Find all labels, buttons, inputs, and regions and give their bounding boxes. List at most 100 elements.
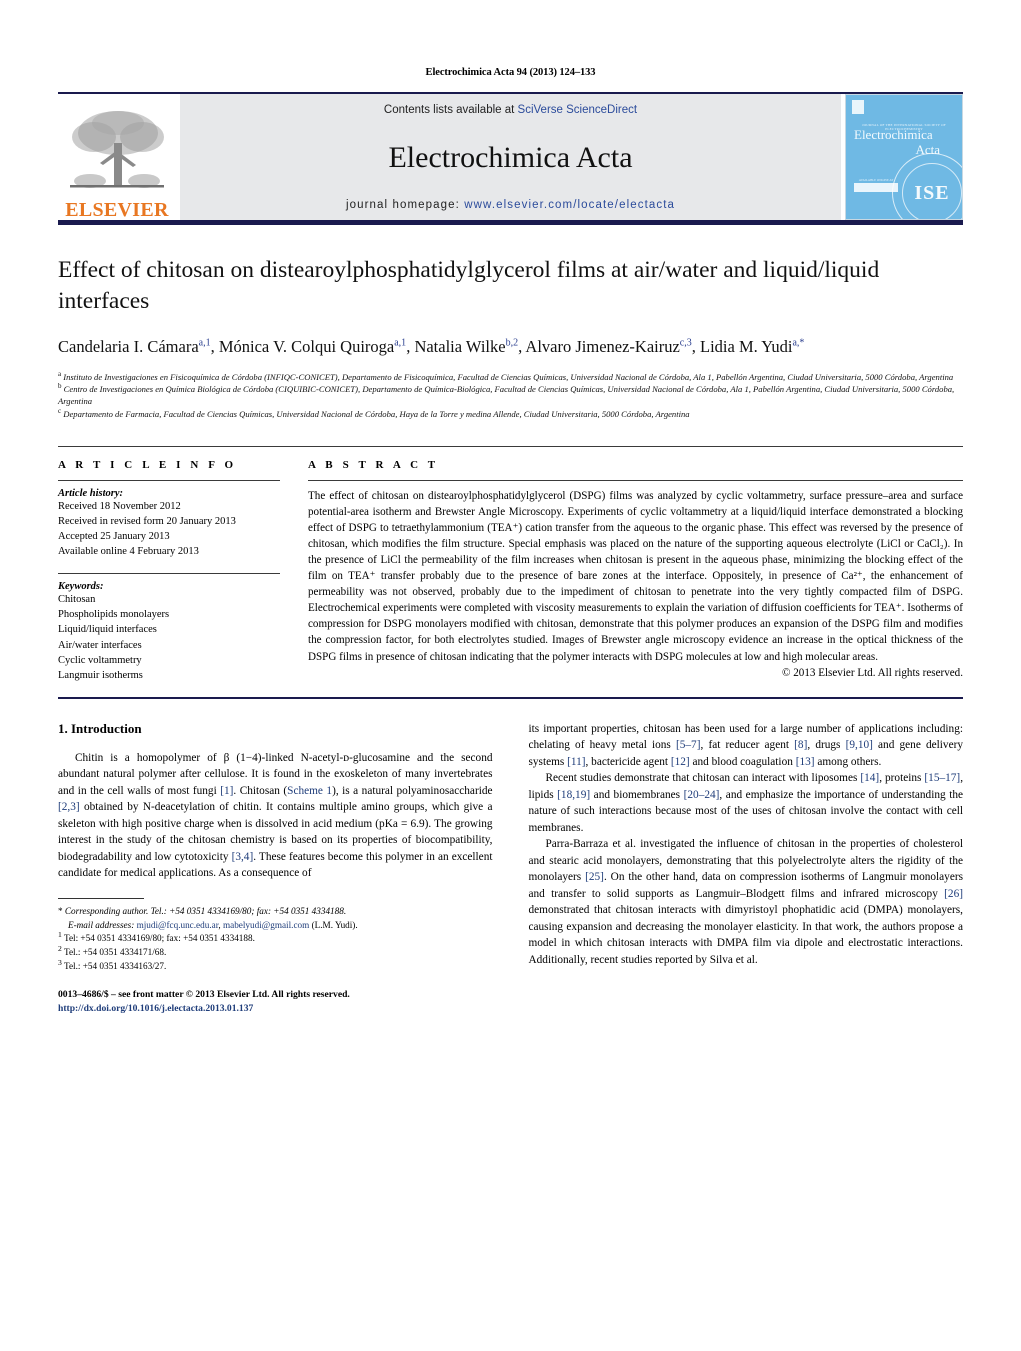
body-column-left: 1. Introduction Chitin is a homopolymer … — [58, 721, 493, 1017]
author: Lidia M. Yudia,* — [700, 337, 804, 356]
citation-ref[interactable]: [15–17] — [924, 772, 960, 784]
affiliation-mark: c — [58, 406, 62, 415]
running-head: Electrochimica Acta 94 (2013) 124–133 — [425, 67, 596, 78]
affiliation: a Instituto de Investigaciones en Fisico… — [58, 371, 963, 383]
email-label: E-mail addresses: — [68, 919, 135, 930]
issn-line: 0013–4686/$ – see front matter © 2013 El… — [58, 988, 350, 1000]
article-info-column: A R T I C L E I N F O Article history: R… — [58, 459, 308, 683]
author-name: Natalia Wilke — [414, 336, 506, 356]
citation-ref[interactable]: [5–7] — [676, 739, 700, 751]
author-name: Lidia M. Yudi — [700, 336, 793, 356]
author: Natalia Wilkeb,2 — [414, 337, 518, 356]
elsevier-tree-icon — [70, 111, 164, 188]
citation-ref[interactable]: [2,3] — [58, 801, 80, 813]
asterisk-icon: * — [58, 905, 63, 916]
author-name: Candelaria I. Cámara — [58, 336, 199, 356]
author: Candelaria I. Cámaraa,1 — [58, 337, 211, 356]
affiliation-mark: b — [58, 382, 62, 391]
abstract-text: The effect of chitosan on distearoylphos… — [308, 489, 963, 663]
journal-masthead: ELSEVIER Contents lists available at Sci… — [58, 92, 963, 220]
paragraph: Parra-Barraza et al. investigated the in… — [528, 838, 964, 966]
author-name: Mónica V. Colqui Quiroga — [218, 336, 395, 356]
journal-cover-thumbnail: JOURNAL OF THE INTERNATIONAL SOCIETY OF … — [845, 94, 963, 220]
ise-seal-text: ISE — [902, 163, 962, 219]
email-link-2[interactable]: mabelyudi@gmail.com — [223, 920, 309, 930]
keywords-block: Keywords: Chitosan Phospholipids monolay… — [58, 573, 280, 683]
citation-ref[interactable]: [3,4] — [232, 851, 254, 863]
elsevier-wordmark: ELSEVIER — [65, 199, 169, 221]
paragraph: its important properties, chitosan has b… — [528, 722, 964, 768]
affiliation-list: a Instituto de Investigaciones en Fisico… — [58, 371, 963, 420]
citation-ref[interactable]: [25] — [585, 871, 604, 883]
citation-ref[interactable]: [11] — [567, 756, 585, 768]
issn-block: 0013–4686/$ – see front matter © 2013 El… — [58, 988, 493, 1017]
citation-ref[interactable]: [9,10] — [846, 739, 873, 751]
citation-ref[interactable]: [13] — [796, 756, 815, 768]
contents-prefix: Contents lists available at — [383, 104, 518, 116]
sciencedirect-link[interactable]: SciVerse ScienceDirect — [518, 104, 638, 116]
author-marks: a,1 — [394, 337, 407, 348]
homepage-prefix: journal homepage: — [345, 199, 465, 211]
author-marks: a,* — [792, 337, 805, 348]
footnote-corresponding-text: Corresponding author. Tel.: +54 0351 433… — [64, 905, 347, 916]
citation-ref[interactable]: [12] — [671, 756, 690, 768]
keywords-label: Keywords: — [58, 581, 104, 593]
affiliation: c Departamento de Farmacia, Facultad de … — [58, 406, 963, 420]
author-name: Alvaro Jimenez-Kairuz — [525, 336, 680, 356]
article-info-heading: A R T I C L E I N F O — [58, 458, 237, 471]
body-columns: 1. Introduction Chitin is a homopolymer … — [58, 721, 963, 1017]
author-sep: , — [210, 336, 219, 356]
journal-banner: Contents lists available at SciVerse Sci… — [180, 94, 841, 220]
footnote-corresponding-author: * Corresponding author. Tel.: +54 0351 4… — [58, 905, 358, 930]
citation-ref[interactable]: [14] — [860, 772, 879, 784]
paragraph: Chitin is a homopolymer of β (1−4)-linke… — [58, 751, 493, 880]
article-history-item: Received in revised form 20 January 2013 — [58, 515, 236, 527]
citation-ref[interactable]: [18,19] — [557, 789, 590, 801]
article-history-item: Accepted 25 January 2013 — [58, 530, 170, 542]
footnote-1-text: Tel: +54 0351 4334169/80; fax: +54 0351 … — [63, 933, 255, 944]
article-info-rule — [58, 479, 280, 481]
page-title: Effect of chitosan on distearoylphosphat… — [58, 257, 880, 315]
footnote-rule — [58, 897, 144, 899]
article-history-item: Received 18 November 2012 — [58, 500, 181, 512]
article-history-label: Article history: — [58, 487, 124, 499]
footnote-1: 1 Tel: +54 0351 4334169/80; fax: +54 035… — [58, 930, 493, 946]
doi-link[interactable]: http://dx.doi.org/10.1016/j.electacta.20… — [58, 1002, 493, 1016]
abstract-copyright: © 2013 Elsevier Ltd. All rights reserved… — [782, 666, 963, 679]
info-abstract-block: A R T I C L E I N F O Article history: R… — [58, 445, 963, 683]
cover-elsevier-mark-icon — [852, 100, 864, 114]
footnote-2-text: Tel.: +54 0351 4334171/68. — [63, 947, 167, 958]
affiliation-text: Departamento de Farmacia, Facultad de Ci… — [63, 408, 690, 419]
citation-ref[interactable]: [20–24] — [684, 789, 720, 801]
journal-homepage-link[interactable]: www.elsevier.com/locate/electacta — [464, 199, 675, 211]
keyword-item: Langmuir isotherms — [58, 669, 143, 681]
affiliation-mark: a — [58, 370, 62, 379]
keywords-rule — [58, 573, 280, 575]
footnote-3-text: Tel.: +54 0351 4334163/27. — [63, 960, 167, 971]
citation-ref[interactable]: [8] — [794, 739, 807, 751]
masthead-bottom-rule — [58, 220, 963, 225]
keyword-item: Phospholipids monolayers — [58, 609, 170, 621]
author: Mónica V. Colqui Quirogaa,1 — [219, 337, 406, 356]
keyword-item: Liquid/liquid interfaces — [58, 624, 157, 636]
journal-homepage-line: journal homepage: www.elsevier.com/locat… — [346, 199, 675, 211]
section-title-introduction: 1. Introduction — [58, 720, 142, 736]
keyword-item: Air/water interfaces — [58, 639, 142, 651]
affiliation: b Centro de Investigaciones en Química B… — [58, 383, 963, 407]
author-list: Candelaria I. Cámaraa,1, Mónica V. Colqu… — [58, 335, 938, 358]
author-marks: b,2 — [505, 337, 519, 348]
abstract-bottom-rule — [58, 696, 963, 699]
email-link-1[interactable]: mjudi@fcq.unc.edu.ar — [137, 920, 219, 930]
paragraph: Recent studies demonstrate that chitosan… — [528, 772, 964, 834]
author: Alvaro Jimenez-Kairuzc,3 — [525, 337, 691, 356]
article-page: Electrochimica Acta 94 (2013) 124–133 EL… — [0, 0, 1021, 1351]
footnote-3: 3 Tel.: +54 0351 4334163/27. — [58, 958, 493, 974]
abstract-heading: A B S T R A C T — [308, 458, 439, 471]
citation-ref[interactable]: [1] — [220, 785, 233, 797]
citation-ref[interactable]: [26] — [944, 888, 963, 900]
scheme-ref[interactable]: Scheme 1 — [287, 785, 332, 797]
footnotes-block: * Corresponding author. Tel.: +54 0351 4… — [58, 897, 493, 1017]
footnote-marker: 1 — [58, 930, 62, 940]
contents-list-line: Contents lists available at SciVerse Sci… — [384, 104, 637, 116]
journal-title: Electrochimica Acta — [388, 140, 633, 174]
